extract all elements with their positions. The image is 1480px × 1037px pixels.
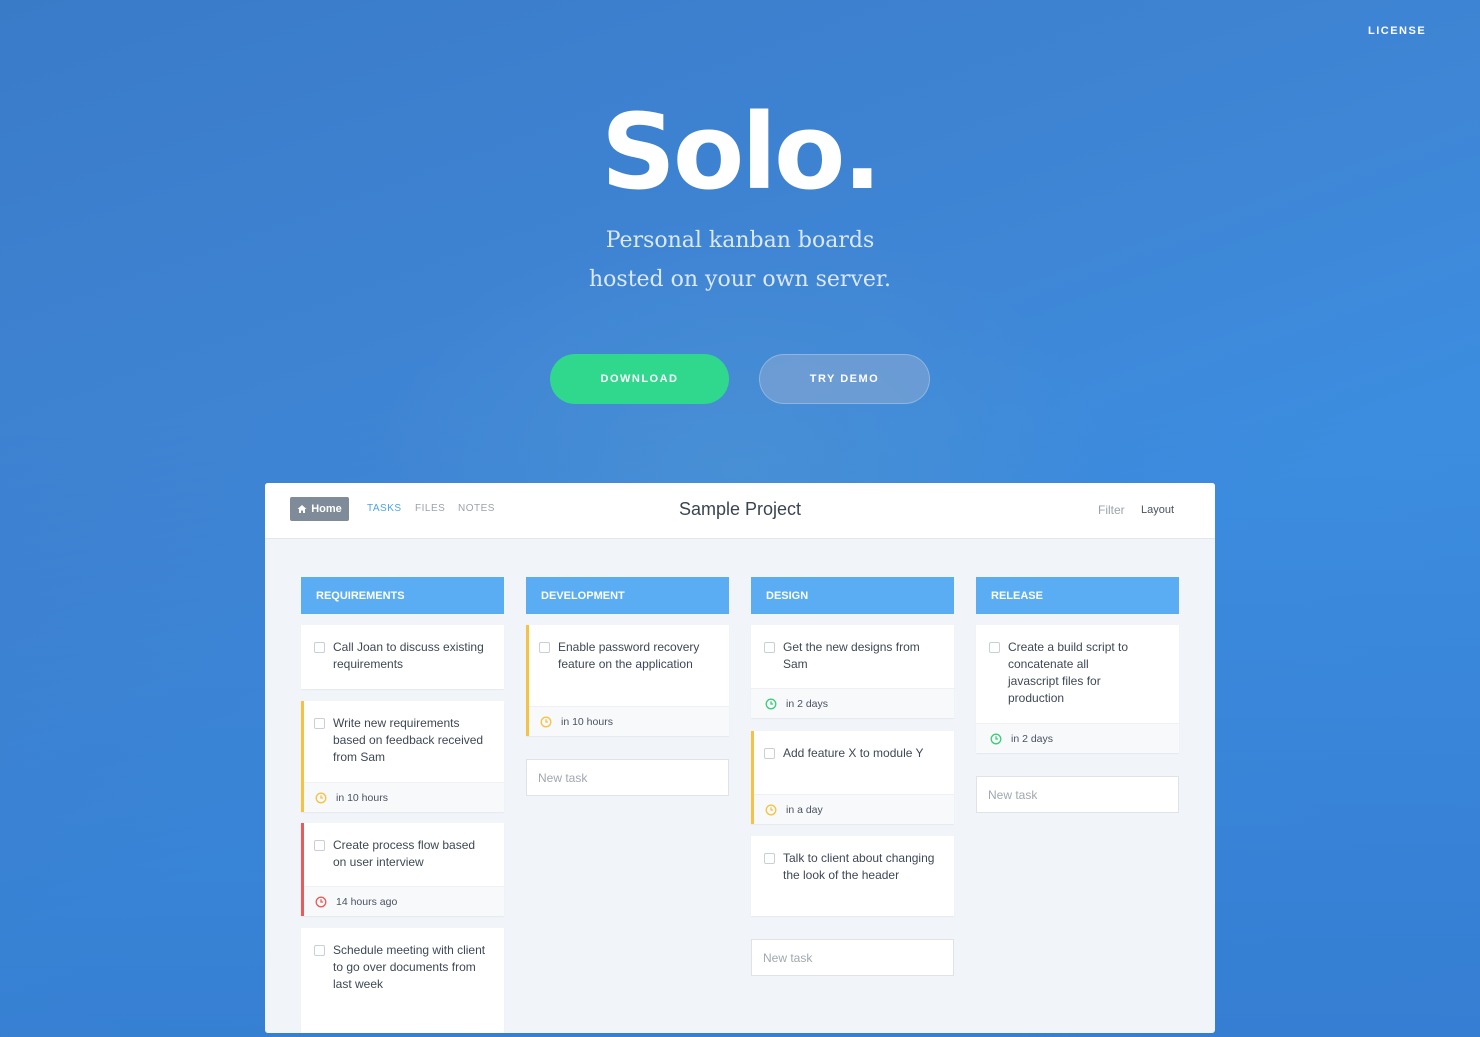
task-card[interactable]: Talk to client about changing the look o…: [751, 836, 954, 916]
task-text: Enable password recovery feature on the …: [558, 640, 700, 671]
task-card[interactable]: Write new requirements based on feedback…: [301, 701, 504, 812]
task-checkbox[interactable]: [314, 945, 325, 956]
tagline-line-2: hosted on your own server.: [588, 267, 891, 292]
project-title: Sample Project: [678, 499, 802, 519]
filter-button[interactable]: Filter: [1098, 503, 1125, 517]
try-demo-button[interactable]: TRY DEMO: [759, 354, 930, 404]
task-checkbox[interactable]: [764, 642, 775, 653]
due-label: in 10 hours: [561, 715, 613, 728]
brand-title: Solo.: [601, 91, 882, 213]
due-label: in 2 days: [1011, 732, 1054, 745]
clock-icon: [315, 896, 327, 908]
task-text: Add feature X to module Y: [783, 746, 924, 760]
task-checkbox[interactable]: [314, 718, 325, 729]
task-checkbox[interactable]: [764, 853, 775, 864]
column-header: DESIGN: [751, 577, 954, 614]
column-header: REQUIREMENTS: [301, 577, 504, 614]
tagline-line-1: Personal kanban boards: [605, 228, 875, 253]
clock-icon: [540, 716, 552, 728]
app-topbar: Home TASKS FILES NOTES Sample Project Fi…: [265, 483, 1215, 539]
clock-icon: [765, 804, 777, 816]
license-link[interactable]: LICENSE: [1368, 25, 1426, 37]
task-card[interactable]: Create a build script to concatenate all…: [976, 625, 1179, 753]
due-label: in 10 hours: [336, 791, 388, 804]
task-card[interactable]: Schedule meeting with client to go over …: [301, 928, 504, 1033]
task-checkbox[interactable]: [314, 840, 325, 851]
task-text: Schedule meeting with client to go over …: [333, 943, 486, 991]
column-design: DESIGN Get the new designs from Sam in 2…: [751, 577, 954, 976]
task-due: in 2 days: [751, 688, 954, 718]
task-due: 14 hours ago: [304, 886, 504, 916]
task-checkbox[interactable]: [539, 642, 550, 653]
new-task-input[interactable]: New task: [526, 759, 729, 796]
clock-icon: [990, 733, 1002, 745]
task-card[interactable]: Call Joan to discuss existing requiremen…: [301, 625, 504, 689]
task-text: Write new requirements based on feedback…: [333, 716, 484, 764]
new-task-input[interactable]: New task: [751, 939, 954, 976]
task-text: Create a build script to concatenate all…: [1008, 640, 1129, 705]
task-card[interactable]: Enable password recovery feature on the …: [526, 625, 729, 736]
column-release: RELEASE Create a build script to concate…: [976, 577, 1179, 813]
due-label: in 2 days: [786, 697, 829, 710]
due-label: in a day: [786, 803, 823, 816]
task-text: Call Joan to discuss existing requiremen…: [333, 640, 484, 671]
task-text: Create process flow based on user interv…: [333, 838, 476, 869]
task-due: in a day: [754, 794, 954, 824]
column-development: DEVELOPMENT Enable password recovery fea…: [526, 577, 729, 796]
task-card[interactable]: Create process flow based on user interv…: [301, 823, 504, 916]
task-checkbox[interactable]: [989, 642, 1000, 653]
task-due: in 2 days: [976, 723, 1179, 753]
download-button[interactable]: DOWNLOAD: [550, 354, 729, 404]
app-preview: Home TASKS FILES NOTES Sample Project Fi…: [265, 483, 1215, 1033]
clock-icon: [765, 698, 777, 710]
task-text: Talk to client about changing the look o…: [783, 851, 935, 882]
task-checkbox[interactable]: [764, 748, 775, 759]
column-header: RELEASE: [976, 577, 1179, 614]
column-header: DEVELOPMENT: [526, 577, 729, 614]
clock-icon: [315, 792, 327, 804]
task-checkbox[interactable]: [314, 642, 325, 653]
task-card[interactable]: Add feature X to module Y in a day: [751, 731, 954, 824]
task-due: in 10 hours: [304, 782, 504, 812]
task-card[interactable]: Get the new designs from Sam in 2 days: [751, 625, 954, 718]
due-label: 14 hours ago: [336, 895, 398, 908]
new-task-input[interactable]: New task: [976, 776, 1179, 813]
task-text: Get the new designs from Sam: [783, 640, 920, 671]
task-due: in 10 hours: [529, 706, 729, 736]
column-requirements: REQUIREMENTS Call Joan to discuss existi…: [301, 577, 504, 1033]
layout-button[interactable]: Layout: [1141, 504, 1174, 516]
